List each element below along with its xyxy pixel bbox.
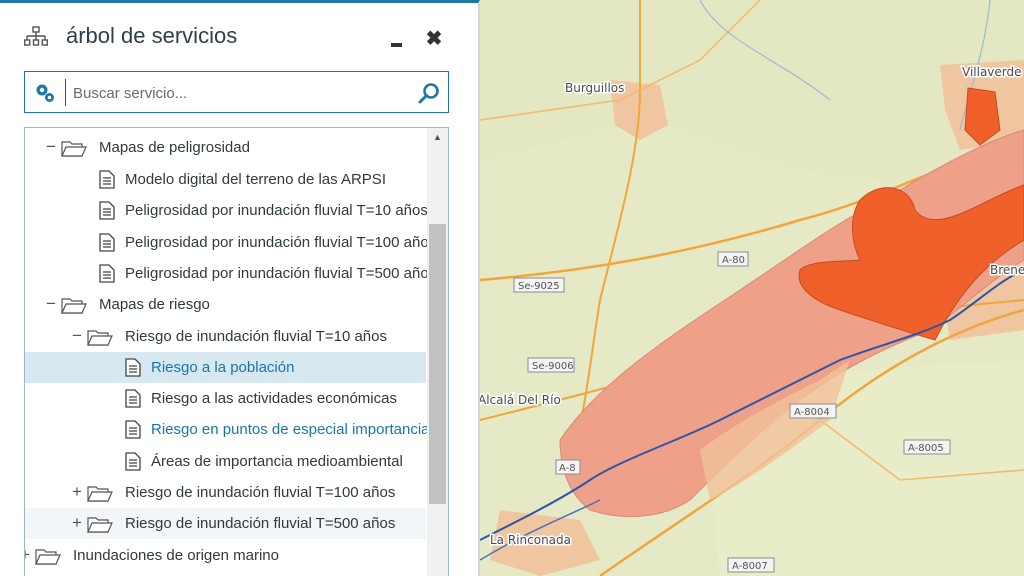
tree-item-label: Mapas de peligrosidad <box>99 139 250 156</box>
place-label: Alcalá Del Río <box>478 393 561 407</box>
tree-folder-item[interactable]: − Mapas de peligrosidad <box>25 132 426 163</box>
tree-service-item[interactable]: Riesgo en puntos de especial importancia <box>25 414 430 445</box>
collapse-toggle[interactable]: − <box>45 138 57 155</box>
collapse-toggle[interactable]: − <box>45 295 57 312</box>
folder-icon <box>87 514 113 538</box>
tree-item-label: Riesgo en puntos de especial importancia <box>151 421 430 438</box>
tree-item-label: Peligrosidad por inundación fluvial T=10… <box>125 202 428 219</box>
road-shield: A-8007 <box>727 557 775 573</box>
document-icon <box>99 264 115 287</box>
place-label: Villaverde <box>962 65 1022 79</box>
place-label: Burguillos <box>565 81 624 95</box>
tree-service-item[interactable]: Riesgo a las actividades económicas <box>25 383 426 414</box>
tree-item-label: Riesgo de inundación fluvial T=500 años <box>125 515 396 532</box>
tree-service-item[interactable]: Modelo digital del terreno de las ARPSI <box>25 164 426 195</box>
expand-toggle[interactable]: + <box>71 514 83 531</box>
svg-text:Se-9025: Se-9025 <box>518 281 560 292</box>
service-tree: − Mapas de peligrosidad Modelo digital del… <box>24 127 449 576</box>
document-icon <box>125 358 141 381</box>
document-icon <box>125 389 141 412</box>
svg-text:A-8007: A-8007 <box>732 561 768 572</box>
document-icon <box>99 170 115 193</box>
tree-item-label: Riesgo a la población <box>151 359 295 376</box>
search-icon[interactable] <box>417 81 441 105</box>
tree-item-label: Áreas de importancia medioambiental <box>151 453 403 470</box>
scroll-up-arrow[interactable]: ▲ <box>427 128 448 146</box>
road-shield: Se-9025 <box>513 277 565 293</box>
search-input[interactable] <box>73 80 403 106</box>
document-icon <box>125 420 141 443</box>
document-icon <box>99 201 115 224</box>
collapse-toggle[interactable]: − <box>71 327 83 344</box>
tree-item-label: Riesgo de inundación fluvial T=100 años <box>125 484 396 501</box>
panel-header: árbol de servicios ✖ <box>22 21 452 57</box>
tree-folder-item[interactable]: + Riesgo de inundación fluvial T=100 años <box>25 477 426 508</box>
service-tree-panel: árbol de servicios ✖ − Mapas de peligrosi… <box>0 0 480 576</box>
scrollbar[interactable]: ▲ <box>427 128 448 576</box>
tree-folder-item[interactable]: − Riesgo de inundación fluvial T=10 años <box>25 321 426 352</box>
tree-folder-item[interactable]: + Inundaciones de origen marino <box>25 540 426 571</box>
tree-service-item[interactable]: Peligrosidad por inundación fluvial T=10… <box>25 195 428 226</box>
tree-item-label: Peligrosidad por inundación fluvial T=10… <box>125 234 437 251</box>
folder-icon <box>87 327 113 351</box>
close-button[interactable]: ✖ <box>424 29 444 49</box>
minimize-button[interactable] <box>388 33 406 51</box>
svg-text:A-8004: A-8004 <box>794 407 830 418</box>
road-shield: A-8004 <box>789 403 837 419</box>
search-box <box>24 71 449 113</box>
document-icon <box>125 452 141 475</box>
scroll-thumb[interactable] <box>429 224 446 504</box>
sitemap-icon <box>24 26 48 46</box>
tree-item-label: Peligrosidad por inundación fluvial T=50… <box>125 265 437 282</box>
tree-item-label: Inundaciones de origen marino <box>73 547 279 564</box>
tree-item-label: Mapas de riesgo <box>99 296 210 313</box>
svg-text:Se-9006: Se-9006 <box>532 361 574 372</box>
tree-item-label: Riesgo de inundación fluvial T=10 años <box>125 328 387 345</box>
gears-icon[interactable] <box>34 82 56 104</box>
folder-icon <box>61 138 87 162</box>
tree-folder-item[interactable]: + Riesgo de inundación fluvial T=500 años <box>25 508 426 539</box>
document-icon <box>99 233 115 256</box>
search-separator <box>65 79 66 106</box>
tree-item-label: Riesgo a las actividades económicas <box>151 390 397 407</box>
place-label: La Rinconada <box>490 533 571 547</box>
road-shield: A-8005 <box>903 439 951 455</box>
expand-toggle[interactable]: + <box>71 483 83 500</box>
folder-icon <box>87 483 113 507</box>
tree-folder-item[interactable]: − Mapas de riesgo <box>25 289 426 320</box>
tree-service-item[interactable]: Áreas de importancia medioambiental <box>25 446 426 477</box>
folder-icon <box>35 546 61 570</box>
road-shield: A-80 <box>717 251 749 267</box>
tree-service-item[interactable]: Peligrosidad por inundación fluvial T=10… <box>25 227 436 258</box>
folder-icon <box>61 295 87 319</box>
expand-toggle[interactable]: + <box>25 546 31 563</box>
tree-service-item[interactable]: Riesgo a la población <box>25 352 426 383</box>
tree-item-label: Modelo digital del terreno de las ARPSI <box>125 171 386 188</box>
svg-text:A-80: A-80 <box>722 255 745 266</box>
tree-service-item[interactable]: Peligrosidad por inundación fluvial T=50… <box>25 258 436 289</box>
road-shield: A-8 <box>555 459 581 475</box>
svg-text:A-8005: A-8005 <box>908 443 944 454</box>
road-shield: Se-9006 <box>527 357 575 373</box>
panel-title: árbol de servicios <box>66 23 238 48</box>
place-label: Brenes <box>990 263 1024 277</box>
svg-text:A-8: A-8 <box>559 463 576 474</box>
